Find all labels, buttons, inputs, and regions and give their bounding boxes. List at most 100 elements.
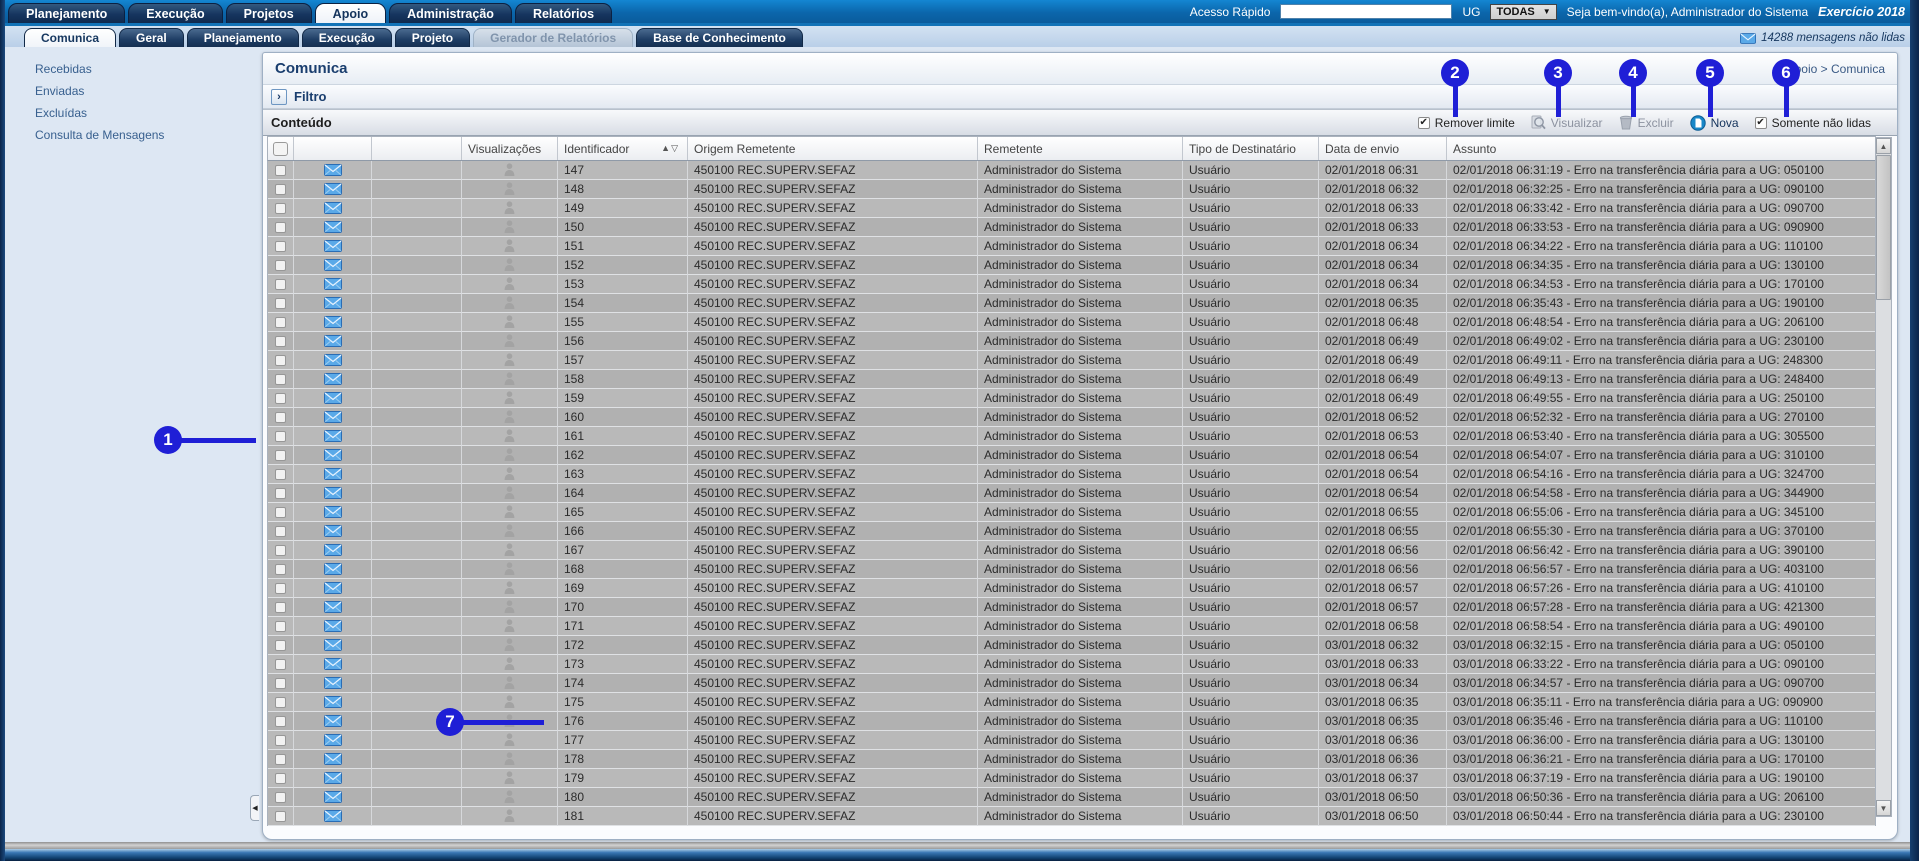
views-person-icon[interactable] (504, 619, 515, 633)
row-checkbox[interactable] (275, 773, 286, 784)
table-row[interactable]: 156 450100 REC.SUPERV.SEFAZ Administrado… (268, 332, 1875, 351)
row-checkbox[interactable] (275, 412, 286, 423)
row-checkbox[interactable] (275, 393, 286, 404)
table-row[interactable]: 160 450100 REC.SUPERV.SEFAZ Administrado… (268, 408, 1875, 427)
row-checkbox[interactable] (275, 545, 286, 556)
table-row[interactable]: 173 450100 REC.SUPERV.SEFAZ Administrado… (268, 655, 1875, 674)
table-row[interactable]: 177 450100 REC.SUPERV.SEFAZ Administrado… (268, 731, 1875, 750)
views-person-icon[interactable] (504, 505, 515, 519)
row-checkbox[interactable] (275, 659, 286, 670)
table-row[interactable]: 168 450100 REC.SUPERV.SEFAZ Administrado… (268, 560, 1875, 579)
header-remetente[interactable]: Remetente (978, 137, 1183, 160)
row-checkbox[interactable] (275, 678, 286, 689)
sort-icons[interactable]: ▲▽ (661, 143, 679, 154)
scroll-down-button[interactable]: ▼ (1876, 800, 1891, 816)
views-person-icon[interactable] (504, 657, 515, 671)
header-assunto[interactable]: Assunto (1447, 137, 1875, 160)
row-checkbox[interactable] (275, 336, 286, 347)
row-checkbox[interactable] (275, 697, 286, 708)
table-row[interactable]: 167 450100 REC.SUPERV.SEFAZ Administrado… (268, 541, 1875, 560)
quick-access-input[interactable] (1280, 4, 1452, 19)
views-person-icon[interactable] (504, 524, 515, 538)
views-person-icon[interactable] (504, 429, 515, 443)
views-person-icon[interactable] (504, 752, 515, 766)
table-row[interactable]: 172 450100 REC.SUPERV.SEFAZ Administrado… (268, 636, 1875, 655)
row-checkbox[interactable] (275, 716, 286, 727)
remove-limit-checkbox[interactable] (1418, 117, 1430, 129)
table-row[interactable]: 180 450100 REC.SUPERV.SEFAZ Administrado… (268, 788, 1875, 807)
scroll-thumb[interactable] (1876, 155, 1891, 300)
views-person-icon[interactable] (504, 220, 515, 234)
row-checkbox[interactable] (275, 792, 286, 803)
row-checkbox[interactable] (275, 564, 286, 575)
row-checkbox[interactable] (275, 526, 286, 537)
views-person-icon[interactable] (504, 448, 515, 462)
table-row[interactable]: 161 450100 REC.SUPERV.SEFAZ Administrado… (268, 427, 1875, 446)
header-identificador[interactable]: Identificador ▲▽ (558, 137, 688, 160)
menu-tab[interactable]: Projetos (226, 3, 312, 23)
sub-tab[interactable]: Planejamento (187, 28, 299, 47)
menu-tab[interactable]: Execução (128, 3, 222, 23)
row-checkbox[interactable] (275, 279, 286, 290)
sub-tab[interactable]: Comunica (24, 28, 116, 47)
table-row[interactable]: 174 450100 REC.SUPERV.SEFAZ Administrado… (268, 674, 1875, 693)
menu-tab[interactable]: Relatórios (515, 3, 612, 23)
table-row[interactable]: 162 450100 REC.SUPERV.SEFAZ Administrado… (268, 446, 1875, 465)
table-row[interactable]: 170 450100 REC.SUPERV.SEFAZ Administrado… (268, 598, 1875, 617)
views-person-icon[interactable] (504, 315, 515, 329)
table-row[interactable]: 179 450100 REC.SUPERV.SEFAZ Administrado… (268, 769, 1875, 788)
sidebar-item[interactable]: Consulta de Mensagens (35, 128, 164, 142)
row-checkbox[interactable] (275, 203, 286, 214)
views-person-icon[interactable] (504, 733, 515, 747)
views-person-icon[interactable] (504, 201, 515, 215)
views-person-icon[interactable] (504, 258, 515, 272)
views-person-icon[interactable] (504, 239, 515, 253)
row-checkbox[interactable] (275, 811, 286, 822)
row-checkbox[interactable] (275, 222, 286, 233)
table-row[interactable]: 158 450100 REC.SUPERV.SEFAZ Administrado… (268, 370, 1875, 389)
table-row[interactable]: 157 450100 REC.SUPERV.SEFAZ Administrado… (268, 351, 1875, 370)
sidebar-item[interactable]: Recebidas (35, 62, 92, 76)
row-checkbox[interactable] (275, 355, 286, 366)
table-row[interactable]: 181 450100 REC.SUPERV.SEFAZ Administrado… (268, 807, 1875, 826)
views-person-icon[interactable] (504, 353, 515, 367)
table-row[interactable]: 166 450100 REC.SUPERV.SEFAZ Administrado… (268, 522, 1875, 541)
sub-tab[interactable]: Base de Conhecimento (636, 28, 803, 47)
view-button[interactable]: Visualizar (1531, 115, 1603, 130)
table-row[interactable]: 151 450100 REC.SUPERV.SEFAZ Administrado… (268, 237, 1875, 256)
views-person-icon[interactable] (504, 581, 515, 595)
views-person-icon[interactable] (504, 410, 515, 424)
views-person-icon[interactable] (504, 790, 515, 804)
only-unread-checkbox[interactable] (1755, 117, 1767, 129)
row-checkbox[interactable] (275, 374, 286, 385)
row-checkbox[interactable] (275, 165, 286, 176)
only-unread-toggle[interactable]: Somente não lidas (1755, 116, 1871, 130)
views-person-icon[interactable] (504, 182, 515, 196)
views-person-icon[interactable] (504, 391, 515, 405)
row-checkbox[interactable] (275, 298, 286, 309)
views-person-icon[interactable] (504, 809, 515, 823)
menu-tab[interactable]: Apoio (315, 3, 386, 23)
views-person-icon[interactable] (504, 771, 515, 785)
sidebar-item[interactable]: Excluídas (35, 106, 87, 120)
table-row[interactable]: 154 450100 REC.SUPERV.SEFAZ Administrado… (268, 294, 1875, 313)
views-person-icon[interactable] (504, 543, 515, 557)
views-person-icon[interactable] (504, 562, 515, 576)
sub-tab[interactable]: Geral (119, 28, 184, 47)
views-person-icon[interactable] (504, 296, 515, 310)
row-checkbox[interactable] (275, 317, 286, 328)
row-checkbox[interactable] (275, 241, 286, 252)
sub-tab[interactable]: Projeto (395, 28, 470, 47)
row-checkbox[interactable] (275, 184, 286, 195)
table-row[interactable]: 147 450100 REC.SUPERV.SEFAZ Administrado… (268, 161, 1875, 180)
views-person-icon[interactable] (504, 600, 515, 614)
delete-button[interactable]: Excluir (1619, 115, 1674, 130)
table-row[interactable]: 169 450100 REC.SUPERV.SEFAZ Administrado… (268, 579, 1875, 598)
views-person-icon[interactable] (504, 467, 515, 481)
row-checkbox[interactable] (275, 602, 286, 613)
header-data-envio[interactable]: Data de envio (1319, 137, 1447, 160)
table-row[interactable]: 149 450100 REC.SUPERV.SEFAZ Administrado… (268, 199, 1875, 218)
table-row[interactable]: 159 450100 REC.SUPERV.SEFAZ Administrado… (268, 389, 1875, 408)
views-person-icon[interactable] (504, 372, 515, 386)
remove-limit-toggle[interactable]: Remover limite (1418, 116, 1515, 130)
